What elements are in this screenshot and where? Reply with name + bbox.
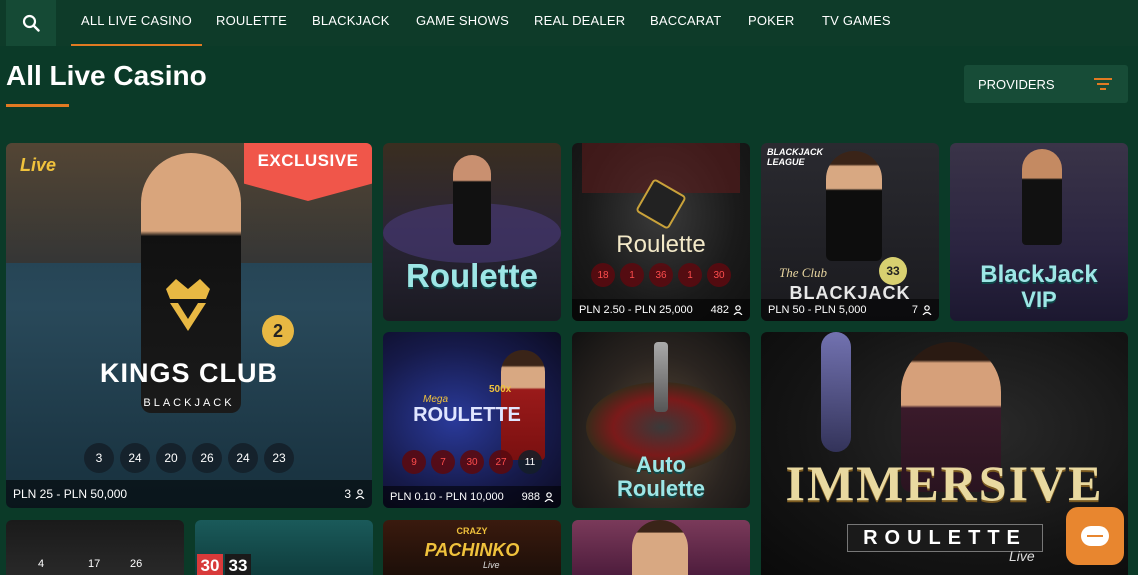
user-icon — [355, 489, 365, 499]
result-number: 26 — [130, 558, 143, 570]
game-tile-partial-2[interactable]: 30 33 — [195, 520, 373, 575]
tile-footer: PLN 2.50 - PLN 25,000 482 — [572, 299, 750, 321]
seat-badge: 2 — [262, 315, 294, 347]
game-tile-blackjack-vip[interactable]: BlackJack VIP — [950, 143, 1128, 321]
game-tile-partial-4[interactable] — [572, 520, 750, 575]
game-tile-roulette[interactable]: Roulette — [383, 143, 561, 321]
player-count: 3 — [344, 487, 365, 501]
tab-roulette[interactable]: ROULETTE — [216, 0, 287, 46]
page-title: All Live Casino — [6, 60, 207, 91]
result-number: 24 — [228, 443, 258, 473]
result-number: 7 — [431, 450, 455, 474]
multiplier-label: 500x — [489, 384, 512, 395]
tile-footer: PLN 50 - PLN 5,000 7 — [761, 299, 939, 321]
tile-title: Auto — [635, 452, 687, 477]
providers-label: PROVIDERS — [978, 76, 1055, 92]
tab-real-dealer[interactable]: REAL DEALER — [534, 0, 625, 46]
studio-light-image — [821, 332, 851, 452]
tile-prefix: CRAZY — [456, 526, 488, 536]
bet-limits: PLN 25 - PLN 50,000 — [13, 487, 128, 501]
user-icon — [733, 305, 743, 315]
search-icon — [22, 14, 40, 32]
result-number: 3 — [84, 443, 114, 473]
chip-count-badge: 33 — [879, 257, 907, 285]
result-number: 4 — [38, 558, 45, 570]
bet-limits: PLN 50 - PLN 5,000 — [768, 304, 867, 316]
providers-dropdown[interactable]: PROVIDERS — [964, 65, 1128, 103]
bet-limits: PLN 2.50 - PLN 25,000 — [579, 304, 693, 316]
chat-icon — [1081, 526, 1109, 546]
game-tile-mega-roulette[interactable]: Mega 500x ROULETTE 9 7 30 27 11 PLN 0.10… — [383, 332, 561, 508]
game-tile-auto-roulette[interactable]: Auto Roulette — [572, 332, 750, 508]
tile-footer: PLN 0.10 - PLN 10,000 988 — [383, 486, 561, 508]
search-button[interactable] — [6, 0, 56, 46]
blackjack-league-label: BLACKJACK LEAGUE — [767, 147, 823, 167]
tab-tv-games[interactable]: TV GAMES — [822, 0, 891, 46]
title-underline — [6, 104, 69, 107]
dealer-image — [453, 155, 491, 245]
result-number: 33 — [225, 554, 251, 575]
top-nav: ALL LIVE CASINO ROULETTE BLACKJACK GAME … — [0, 0, 1138, 46]
result-number: 1 — [620, 263, 644, 287]
player-count: 482 — [711, 304, 743, 316]
result-number: 30 — [460, 450, 484, 474]
result-number: 30 — [707, 263, 731, 287]
tile-title: Roulette — [406, 257, 538, 294]
game-tile-partial-1[interactable]: 4 17 26 — [6, 520, 184, 575]
dealer-image — [1022, 149, 1062, 245]
tile-subtitle: BLACKJACK — [143, 397, 235, 409]
result-number: 9 — [402, 450, 426, 474]
bet-limits: PLN 0.10 - PLN 10,000 — [390, 491, 504, 503]
wheel-spindle-image — [654, 342, 668, 412]
player-count: 988 — [522, 491, 554, 503]
game-tile-kings-club-blackjack[interactable]: Live EXCLUSIVE 2 KINGS CLUB BLACKJACK 3 … — [6, 143, 372, 508]
game-tile-crazy-pachinko[interactable]: CRAZY PACHINKO Live — [383, 520, 561, 575]
tile-title: KINGS CLUB — [100, 358, 278, 388]
result-number: 24 — [120, 443, 150, 473]
crown-icon — [166, 279, 210, 331]
game-tile-the-club-blackjack[interactable]: BLACKJACK LEAGUE 33 The Club BLACKJACK P… — [761, 143, 939, 321]
tile-title: PACHINKO — [424, 540, 520, 560]
result-number: 11 — [518, 450, 542, 474]
result-number: 30 — [197, 554, 223, 575]
results-row: 18 1 36 1 30 — [572, 263, 750, 287]
user-icon — [922, 305, 932, 315]
tab-baccarat[interactable]: BACCARAT — [650, 0, 721, 46]
result-number: 36 — [649, 263, 673, 287]
game-tile-roulette-live[interactable]: Roulette 18 1 36 1 30 PLN 2.50 - PLN 25,… — [572, 143, 750, 321]
dealer-image — [632, 520, 688, 575]
live-logo: Live — [20, 155, 57, 175]
tab-blackjack[interactable]: BLACKJACK — [312, 0, 390, 46]
tile-subtitle: Roulette — [617, 476, 705, 501]
tab-poker[interactable]: POKER — [748, 0, 795, 46]
player-count: 7 — [912, 304, 932, 316]
tile-suffix: Live — [1009, 548, 1035, 564]
result-number: 17 — [88, 558, 101, 570]
chat-button[interactable] — [1066, 507, 1124, 565]
tile-title: IMMERSIVE — [785, 455, 1104, 511]
result-number: 1 — [678, 263, 702, 287]
user-icon — [544, 492, 554, 502]
result-number: 20 — [156, 443, 186, 473]
tile-suffix: Live — [483, 560, 500, 570]
result-number: 27 — [489, 450, 513, 474]
tile-subtitle: VIP — [1021, 287, 1057, 312]
tile-title: BlackJack — [980, 261, 1098, 288]
result-number: 18 — [591, 263, 615, 287]
result-number: 23 — [264, 443, 294, 473]
tile-title: Roulette — [616, 231, 706, 258]
results-row: 9 7 30 27 11 — [383, 450, 561, 474]
tile-footer: PLN 25 - PLN 50,000 3 — [6, 480, 372, 508]
result-number: 26 — [192, 443, 222, 473]
tab-game-shows[interactable]: GAME SHOWS — [416, 0, 509, 46]
tile-prefix: The Club — [779, 265, 828, 280]
results-row: 3 24 20 26 24 23 — [6, 443, 372, 473]
tab-all-live-casino[interactable]: ALL LIVE CASINO — [71, 0, 202, 46]
dealer-image — [826, 151, 882, 261]
tile-title: ROULETTE — [413, 404, 521, 426]
filter-icon — [1094, 78, 1112, 90]
